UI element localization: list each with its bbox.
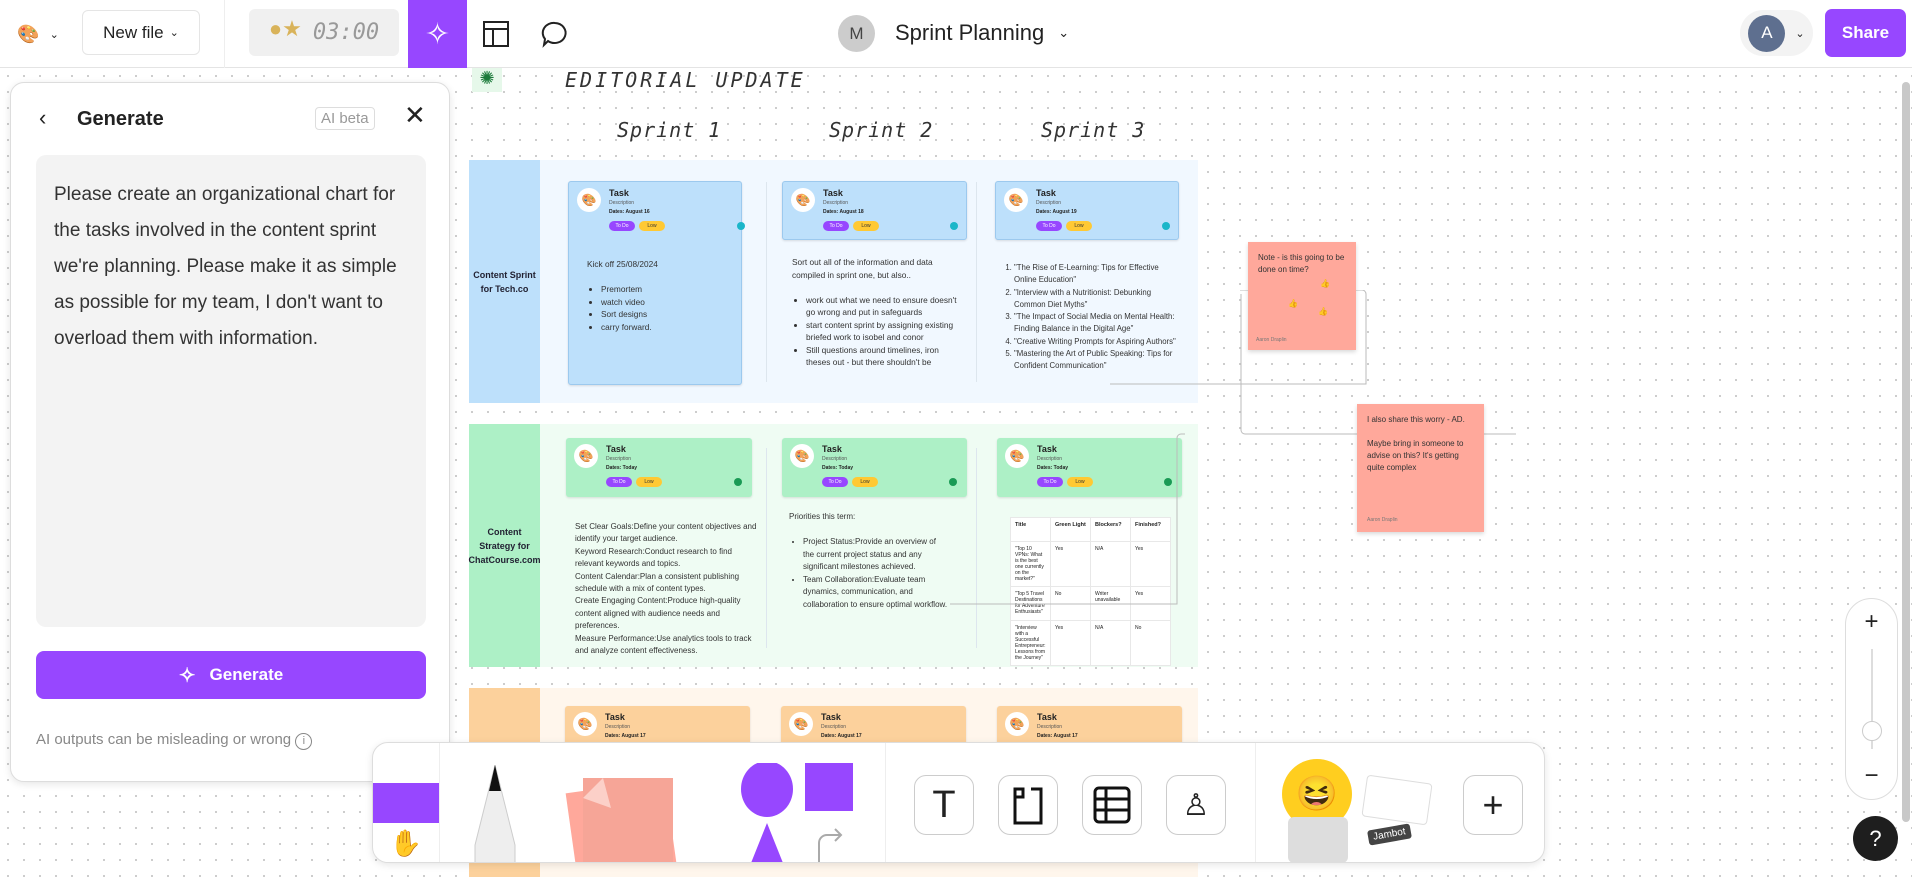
swimlane-label: Content Strategy for ChatCourse.com [469, 424, 541, 667]
table-tool[interactable] [1082, 775, 1142, 835]
status-badge[interactable]: To Do [823, 221, 849, 231]
generate-panel: ‹ Generate AI beta ✕ Please create an or… [10, 82, 450, 782]
thumbs-up-icon: 👍 [1288, 299, 1298, 308]
prompt-input[interactable]: Please create an organizational chart fo… [36, 155, 426, 627]
vertical-scrollbar[interactable] [1902, 82, 1910, 822]
zoom-slider-handle[interactable] [1862, 721, 1882, 741]
stamp-tool[interactable]: ♙ [1166, 775, 1226, 835]
sprint-header: Sprint 1 [617, 118, 722, 142]
status-badge[interactable]: To Do [606, 477, 632, 487]
thumbs-up-icon: 👍 [1318, 307, 1328, 316]
timer-button[interactable]: ●★ 03:00 [249, 9, 399, 56]
info-icon[interactable]: i [295, 733, 313, 750]
user-menu[interactable]: A ⌄ [1740, 10, 1813, 56]
back-button[interactable]: ‹ [39, 105, 46, 131]
sprint-header: Sprint 2 [829, 118, 934, 142]
hand-tool-icon[interactable]: ✋ [383, 825, 429, 861]
share-button[interactable]: Share [1825, 9, 1906, 57]
task-card[interactable]: 🎨 Task Description Dates: August 18 To Do Lo… [782, 181, 967, 240]
chevron-down-icon: ⌄ [1795, 27, 1805, 40]
close-button[interactable]: ✕ [404, 100, 426, 131]
board-title: EDITORIAL UPDATE [565, 68, 806, 92]
priority-badge[interactable]: Low [639, 221, 665, 231]
app-logo-menu[interactable]: 🎨 ⌄ [10, 16, 66, 52]
priority-badge[interactable]: Low [853, 221, 879, 231]
chevron-down-icon: ⌄ [169, 27, 179, 39]
jambot-label: Jambot [1367, 823, 1412, 846]
text-tool[interactable]: T [914, 775, 974, 835]
zoom-in-button[interactable]: + [1846, 607, 1897, 637]
avatar: 🎨 [577, 188, 601, 212]
stickers-tool[interactable]: 😆 Jambot [1278, 759, 1438, 862]
add-more-button[interactable]: + [1463, 775, 1523, 835]
frame-tool[interactable] [998, 775, 1058, 835]
sparkle-icon: ✧ [178, 664, 196, 687]
task-card[interactable]: 🎨 Task Description Dates: August 19 To Do Lo… [995, 181, 1179, 240]
comment-icon[interactable] [538, 18, 572, 50]
new-file-button[interactable]: New file ⌄ [82, 10, 200, 55]
priority-badge[interactable]: Low [1066, 221, 1092, 231]
sprint2-notes: Sort out all of the information and data… [792, 256, 960, 369]
task-card[interactable]: 🎨 Task Description Dates: Today To Do Low [566, 438, 752, 497]
sprint1-notes: Kick off 25/08/2024Premortemwatch videoS… [587, 258, 727, 333]
priority-badge[interactable]: Low [852, 477, 878, 487]
music-star-icon: ●★ [268, 15, 302, 41]
board-icon: ✺ [472, 68, 502, 92]
sticky-note[interactable]: Note - is this going to be done on time?… [1248, 242, 1356, 350]
disclaimer: AI outputs can be misleading or wrong i [36, 731, 313, 750]
sticky-note-tool[interactable] [561, 768, 681, 863]
ai-beta-badge: AI beta [315, 107, 375, 130]
sticky-note[interactable]: I also share this worry - AD. Maybe bring… [1357, 404, 1484, 532]
help-button[interactable]: ? [1853, 816, 1898, 861]
generate-button[interactable]: ✧ Generate [36, 651, 426, 699]
priorities-notes: Priorities this term:Project Status:Prov… [789, 511, 949, 611]
sprint-header: Sprint 3 [1041, 118, 1146, 142]
zoom-control: + − [1845, 598, 1898, 800]
strategy-notes: Set Clear Goals:Define your content obje… [575, 522, 757, 656]
user-avatar: A [1748, 14, 1786, 52]
swimlane-label: Content Sprint for Tech.co [469, 160, 540, 403]
layout-icon[interactable] [480, 18, 512, 50]
priority-badge[interactable]: Low [636, 477, 662, 487]
zoom-out-button[interactable]: − [1846, 761, 1897, 791]
status-badge[interactable]: To Do [1036, 221, 1062, 231]
chevron-down-icon: ⌄ [49, 28, 59, 41]
board-title-menu[interactable]: Sprint Planning ⌄ [895, 20, 1069, 46]
creation-toolbar: ✋ T ♙ 😆 Jambot + [372, 742, 1545, 863]
top-bar: 🎨 ⌄ New file ⌄ ●★ 03:00 ✧ M Sprint Plannin… [0, 0, 1912, 68]
panel-title: Generate [77, 108, 164, 130]
chevron-down-icon: ⌄ [1058, 25, 1070, 40]
ai-sparkle-button[interactable]: ✧ [408, 0, 467, 68]
thumbs-up-icon: 👍 [1320, 279, 1330, 288]
tool-select-active[interactable] [373, 783, 439, 823]
pen-tool[interactable] [465, 765, 525, 863]
camera-icon [1288, 817, 1348, 862]
status-badge[interactable]: To Do [822, 477, 848, 487]
board-owner-avatar[interactable]: M [838, 15, 875, 52]
shapes-tool[interactable] [741, 763, 861, 863]
status-badge[interactable]: To Do [609, 221, 635, 231]
